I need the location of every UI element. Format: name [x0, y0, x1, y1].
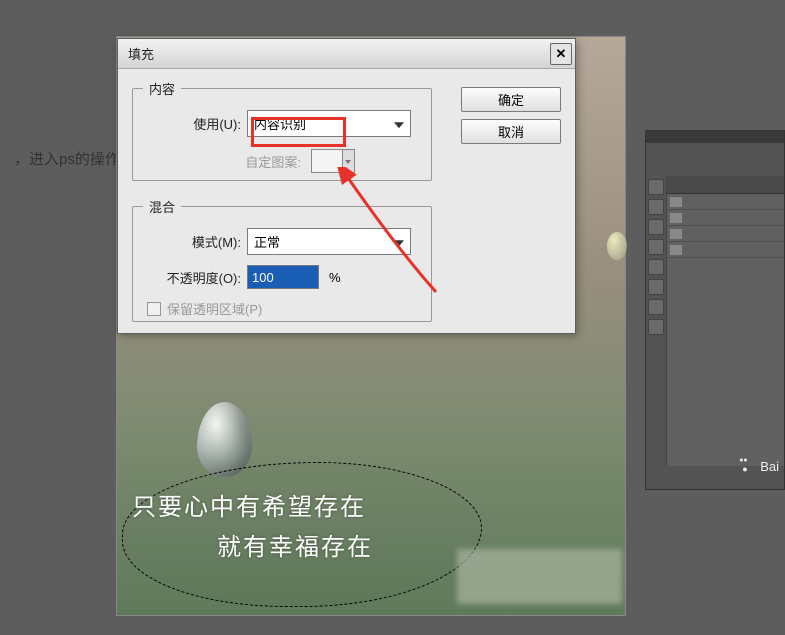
use-label: 使用(U):: [143, 114, 247, 133]
cancel-button[interactable]: 取消: [461, 119, 561, 144]
preserve-transparency-checkbox: [147, 302, 161, 316]
mode-label: 模式(M):: [143, 232, 247, 251]
censored-region: [457, 549, 622, 604]
dialog-title: 填充: [128, 44, 154, 63]
pattern-dropdown: [343, 149, 355, 173]
blend-legend: 混合: [143, 197, 181, 216]
side-panel: Bai: [645, 130, 785, 490]
use-dropdown[interactable]: 内容识别: [247, 110, 411, 137]
canvas-text-line1: 只要心中有希望存在: [132, 487, 366, 522]
blend-group: 混合 模式(M): 正常 不透明度(O): 100 % 保留透明区域(P): [132, 197, 432, 322]
water-drop: [607, 232, 627, 260]
opacity-input[interactable]: 100: [247, 265, 319, 289]
watermark-brand: Bai: [738, 459, 779, 474]
tool-icon[interactable]: [648, 239, 664, 255]
content-legend: 内容: [143, 79, 181, 98]
mode-dropdown[interactable]: 正常: [247, 228, 411, 255]
preserve-transparency-label: 保留透明区域(P): [167, 299, 262, 318]
dialog-titlebar[interactable]: 填充 ✕: [118, 39, 575, 69]
opacity-unit: %: [329, 270, 341, 285]
side-toolstrip: [648, 179, 666, 335]
tool-icon[interactable]: [648, 179, 664, 195]
paw-icon: [738, 459, 756, 474]
tool-icon[interactable]: [648, 299, 664, 315]
content-group: 内容 使用(U): 内容识别 自定图案:: [132, 79, 432, 181]
fill-dialog: 填充 ✕ 内容 使用(U): 内容识别 自定图案: 混合 模式(M):: [117, 38, 576, 334]
background-text: ，进入ps的操作: [14, 148, 120, 169]
tool-icon[interactable]: [648, 319, 664, 335]
layers-panel: [666, 176, 784, 466]
pattern-swatch: [311, 149, 343, 173]
canvas-text-line2: 就有幸福存在: [217, 527, 373, 562]
close-button[interactable]: ✕: [550, 43, 572, 65]
ok-button[interactable]: 确定: [461, 87, 561, 112]
water-drop: [197, 402, 252, 477]
tool-icon[interactable]: [648, 279, 664, 295]
pattern-label: 自定图案:: [143, 152, 307, 171]
opacity-label: 不透明度(O):: [143, 268, 247, 287]
tool-icon[interactable]: [648, 259, 664, 275]
tool-icon[interactable]: [648, 219, 664, 235]
tool-icon[interactable]: [648, 199, 664, 215]
